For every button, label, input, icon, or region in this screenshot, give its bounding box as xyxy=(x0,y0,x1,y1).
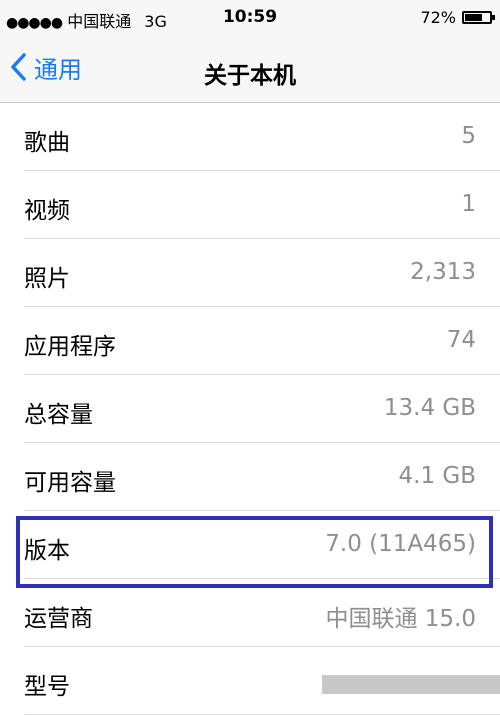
row-label: 运营商 xyxy=(24,606,93,632)
list-item-photos: 照片 2,313 xyxy=(0,239,500,307)
row-value: 中国联通 15.0 xyxy=(325,606,476,632)
row-value: 2,313 xyxy=(410,259,476,285)
row-label: 照片 xyxy=(24,266,70,292)
row-label: 型号 xyxy=(24,674,70,700)
about-list: 歌曲 5 视频 1 照片 2,313 应用程序 74 总容量 13.4 GB 可… xyxy=(0,103,500,715)
status-bar: ●●●●● 中国联通 3G 10:59 72% xyxy=(0,0,500,36)
navigation-bar: 通用 关于本机 xyxy=(0,36,500,103)
version-highlight-box xyxy=(16,516,493,588)
list-item-carrier[interactable]: 运营商 中国联通 15.0 xyxy=(0,579,500,647)
battery-info: 72% xyxy=(420,8,495,27)
row-label: 视频 xyxy=(24,198,70,224)
list-item-capacity: 总容量 13.4 GB xyxy=(0,375,500,443)
list-item-videos: 视频 1 xyxy=(0,171,500,239)
redacted-model-value xyxy=(322,675,500,694)
battery-icon xyxy=(462,11,495,24)
row-label: 应用程序 xyxy=(24,334,116,360)
row-label: 总容量 xyxy=(24,402,93,428)
list-item-available: 可用容量 4.1 GB xyxy=(0,443,500,511)
row-label: 可用容量 xyxy=(24,470,116,496)
row-value: 5 xyxy=(461,123,476,149)
page-title: 关于本机 xyxy=(204,63,296,89)
row-label: 歌曲 xyxy=(24,130,70,156)
row-value: 74 xyxy=(446,327,476,353)
row-value: 1 xyxy=(461,191,476,217)
battery-percent: 72% xyxy=(420,8,456,27)
list-item-apps: 应用程序 74 xyxy=(0,307,500,375)
row-value: 4.1 GB xyxy=(398,463,477,489)
row-value: 13.4 GB xyxy=(383,395,476,421)
list-item-songs: 歌曲 5 xyxy=(0,103,500,171)
